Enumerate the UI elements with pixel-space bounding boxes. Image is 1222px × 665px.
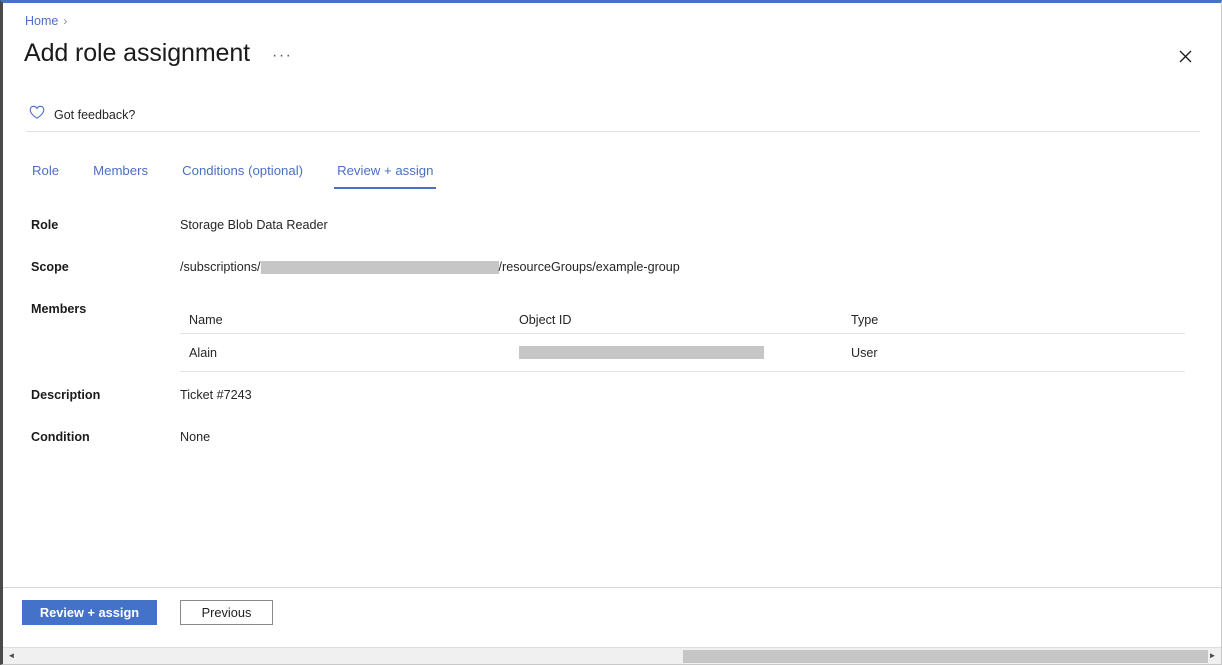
breadcrumb: Home › (25, 14, 67, 28)
tab-role[interactable]: Role (26, 161, 65, 189)
members-table: Name Object ID Type Alain User (180, 306, 1185, 372)
got-feedback-label: Got feedback? (54, 108, 135, 122)
field-role-label: Role (31, 218, 58, 232)
object-id-redacted-block (519, 346, 764, 359)
table-row[interactable]: Alain User (180, 334, 1185, 372)
breadcrumb-home-link[interactable]: Home (25, 14, 58, 28)
field-condition: Condition None (3, 430, 1221, 448)
tab-conditions[interactable]: Conditions (optional) (176, 161, 309, 189)
field-description-label: Description (31, 388, 100, 402)
close-icon[interactable] (1173, 44, 1197, 68)
tab-bar: Role Members Conditions (optional) Revie… (26, 161, 439, 189)
field-scope-label: Scope (31, 260, 69, 274)
cell-member-name: Alain (180, 346, 512, 360)
add-role-assignment-blade: Home › Add role assignment ··· Got feedb… (0, 0, 1222, 665)
tab-review-and-assign[interactable]: Review + assign (331, 161, 439, 189)
tab-members[interactable]: Members (87, 161, 154, 189)
field-role-value: Storage Blob Data Reader (180, 218, 328, 232)
more-options-icon[interactable]: ··· (272, 48, 292, 64)
footer-divider (3, 587, 1221, 588)
column-header-name: Name (180, 313, 512, 327)
field-members-label: Members (31, 302, 86, 316)
breadcrumb-separator-icon: › (63, 14, 67, 28)
field-scope-value: /subscriptions/ /resourceGroups/example-… (180, 260, 680, 274)
scope-redacted-block (261, 261, 499, 274)
scrollbar-thumb[interactable] (683, 650, 1208, 663)
field-condition-label: Condition (31, 430, 90, 444)
column-header-type: Type (842, 313, 1185, 327)
field-description: Description Ticket #7243 (3, 388, 1221, 406)
horizontal-scrollbar[interactable]: ◄ ► (3, 647, 1221, 664)
header-divider (26, 131, 1200, 132)
field-condition-value: None (180, 430, 210, 444)
scrollbar-track[interactable] (20, 648, 1204, 665)
column-header-object-id: Object ID (512, 313, 842, 327)
cell-member-type: User (842, 346, 1185, 360)
review-and-assign-button[interactable]: Review + assign (22, 600, 157, 625)
field-scope: Scope /subscriptions/ /resourceGroups/ex… (3, 260, 1221, 278)
got-feedback-button[interactable]: Got feedback? (29, 105, 135, 125)
members-table-header: Name Object ID Type (180, 306, 1185, 334)
field-role: Role Storage Blob Data Reader (3, 218, 1221, 236)
footer-actions: Review + assign Previous (22, 600, 273, 625)
field-description-value: Ticket #7243 (180, 388, 252, 402)
scope-suffix-text: /resourceGroups/example-group (499, 260, 680, 274)
page-title: Add role assignment (24, 39, 250, 68)
scope-prefix-text: /subscriptions/ (180, 260, 261, 274)
heart-icon (29, 105, 45, 125)
scroll-left-arrow-icon[interactable]: ◄ (3, 648, 20, 665)
previous-button[interactable]: Previous (180, 600, 273, 625)
cell-member-object-id (512, 346, 842, 359)
